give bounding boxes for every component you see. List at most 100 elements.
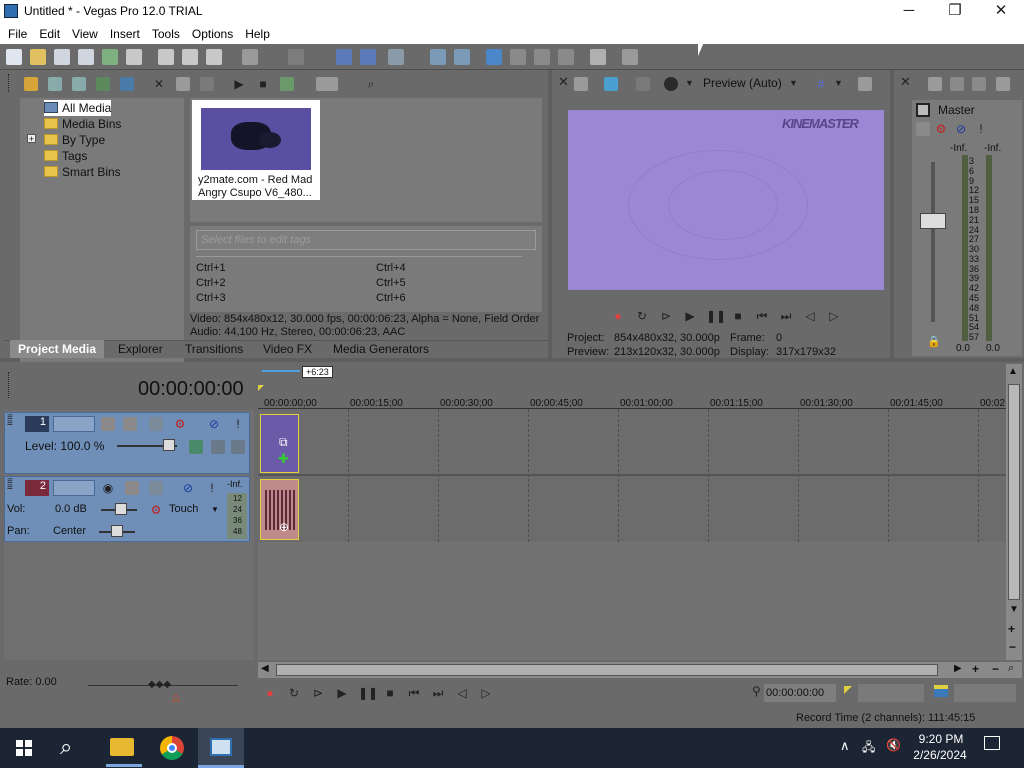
- open-icon[interactable]: [30, 49, 46, 65]
- play-from-start-icon[interactable]: ⊳: [658, 308, 674, 324]
- minimize-button[interactable]: ─: [886, 0, 932, 24]
- go-to-start-icon[interactable]: ⏮: [406, 685, 422, 701]
- menu-help[interactable]: Help: [239, 25, 276, 43]
- track-fx-icon[interactable]: [149, 481, 163, 495]
- notifications-icon[interactable]: [984, 736, 1000, 750]
- cursor-time-field[interactable]: 00:00:00:00: [764, 684, 836, 702]
- video-fx-icon[interactable]: [636, 77, 650, 91]
- panel-grip[interactable]: [8, 74, 10, 92]
- maximize-button[interactable]: ❐: [932, 0, 978, 24]
- chevron-down-icon[interactable]: ▼: [789, 78, 798, 88]
- track-gear-icon[interactable]: ⚙: [173, 417, 187, 431]
- chevron-down-icon[interactable]: ▼: [685, 78, 694, 88]
- next-frame-icon[interactable]: ▷: [826, 308, 842, 324]
- search-icon[interactable]: ⌕: [60, 734, 72, 760]
- horizontal-scrollbar[interactable]: ◀ ▶ + − ⌕: [258, 662, 1022, 678]
- dim-output-icon[interactable]: [996, 77, 1010, 91]
- track-mute-icon[interactable]: ⊘: [181, 481, 195, 495]
- downmix-icon[interactable]: [972, 77, 986, 91]
- chevron-down-icon[interactable]: ▼: [834, 78, 843, 88]
- menu-insert[interactable]: Insert: [104, 25, 146, 43]
- start-button[interactable]: [16, 740, 32, 756]
- timeline-grip[interactable]: [8, 372, 10, 398]
- go-to-end-icon[interactable]: ⏭: [778, 308, 794, 324]
- track-name-field[interactable]: [53, 480, 95, 496]
- capture-video-icon[interactable]: [48, 77, 62, 91]
- import-media-icon[interactable]: [24, 77, 38, 91]
- make-compositing-child-icon[interactable]: [123, 417, 137, 431]
- track-motion-icon[interactable]: [189, 440, 203, 454]
- chevron-left-icon[interactable]: ◀: [261, 663, 269, 674]
- network-icon[interactable]: 🖧: [862, 738, 875, 759]
- preview-properties-icon[interactable]: [574, 77, 588, 91]
- pan-slider[interactable]: [111, 525, 123, 537]
- track-mute-icon[interactable]: ⊘: [207, 417, 221, 431]
- zoom-in-vertical-icon[interactable]: +: [1008, 622, 1015, 636]
- cut-icon[interactable]: [158, 49, 174, 65]
- media-properties-icon[interactable]: [176, 77, 190, 91]
- remove-icon[interactable]: ✕: [152, 77, 166, 91]
- fx-gear-icon[interactable]: ⚙: [934, 122, 948, 136]
- play-icon[interactable]: ▶: [682, 308, 698, 324]
- chevron-right-icon[interactable]: ▶: [954, 663, 962, 674]
- track-fx-icon[interactable]: [149, 417, 163, 431]
- overlays-icon[interactable]: #: [814, 77, 828, 91]
- audio-clip[interactable]: ⊕: [260, 479, 299, 540]
- play-from-start-icon[interactable]: ⊳: [310, 685, 326, 701]
- loop-icon[interactable]: ↻: [634, 308, 650, 324]
- stop-icon[interactable]: ■: [382, 685, 398, 701]
- event-pan-crop-icon[interactable]: ⧉: [279, 435, 288, 450]
- tab-explorer[interactable]: Explorer: [118, 340, 163, 358]
- master-fader[interactable]: [920, 213, 946, 229]
- arm-for-record-icon[interactable]: ◉: [101, 481, 115, 495]
- go-to-start-icon[interactable]: ⏮: [754, 308, 770, 324]
- track-grip-icon[interactable]: ≡ ≡: [7, 477, 21, 499]
- external-monitor-icon[interactable]: [604, 77, 618, 91]
- scroll-thumb[interactable]: [1008, 384, 1020, 600]
- menu-edit[interactable]: Edit: [33, 25, 66, 43]
- media-fx-chain-icon[interactable]: [200, 77, 214, 91]
- track-grip-icon[interactable]: ≡ ≡: [7, 413, 21, 435]
- lock-icon[interactable]: 🔒: [927, 335, 941, 348]
- tree-item-media-bins[interactable]: Media Bins: [44, 116, 121, 132]
- event-fx-icon[interactable]: ✚: [278, 451, 289, 467]
- tab-media-generators[interactable]: Media Generators: [333, 340, 429, 358]
- select-tool-icon[interactable]: [534, 49, 550, 65]
- copy-snapshot-icon[interactable]: [858, 77, 872, 91]
- previous-frame-icon[interactable]: ◁: [802, 308, 818, 324]
- automation-mode[interactable]: Touch: [169, 503, 198, 515]
- close-panel-icon[interactable]: ✕: [900, 74, 911, 90]
- zoom-out-vertical-icon[interactable]: −: [1009, 640, 1016, 654]
- auto-crossfade-icon[interactable]: [510, 49, 526, 65]
- composite-mode-icon[interactable]: [101, 417, 115, 431]
- render-as-icon[interactable]: [102, 49, 118, 65]
- search-icon[interactable]: ⌕: [364, 77, 378, 91]
- clock-date[interactable]: 2/26/2024: [910, 748, 970, 762]
- views-dropdown-icon[interactable]: [316, 77, 338, 91]
- auto-preview-icon[interactable]: [280, 77, 294, 91]
- mixer-properties-icon[interactable]: [928, 77, 942, 91]
- envelope-edit-tool-icon[interactable]: [360, 49, 376, 65]
- level-slider[interactable]: [163, 439, 175, 451]
- stop-preview-icon[interactable]: ■: [256, 77, 270, 91]
- menu-view[interactable]: View: [66, 25, 104, 43]
- properties-icon[interactable]: [126, 49, 142, 65]
- zoom-in-horizontal-icon[interactable]: +: [972, 662, 979, 676]
- record-icon[interactable]: ●: [262, 685, 278, 701]
- zoom-tool-icon[interactable]: [558, 49, 574, 65]
- tags-input[interactable]: Select files to edit tags: [196, 230, 536, 250]
- tab-project-media[interactable]: Project Media: [10, 340, 105, 358]
- loop-region-bar[interactable]: [262, 370, 300, 372]
- track-solo-icon[interactable]: !: [231, 417, 245, 431]
- undo-icon[interactable]: [242, 49, 258, 65]
- zoom-tool-icon[interactable]: ⌕: [1008, 662, 1014, 675]
- solo-icon[interactable]: !: [974, 122, 988, 136]
- insert-bus-icon[interactable]: [950, 77, 964, 91]
- normal-edit-tool-icon[interactable]: [336, 49, 352, 65]
- chevron-up-icon[interactable]: ∧: [840, 738, 850, 754]
- whats-this-icon[interactable]: [622, 49, 638, 65]
- lock-envelopes-icon[interactable]: [430, 49, 446, 65]
- mute-icon[interactable]: ⊘: [954, 122, 968, 136]
- chevron-down-icon[interactable]: ▼: [1009, 604, 1019, 615]
- scroll-thumb[interactable]: [276, 664, 938, 676]
